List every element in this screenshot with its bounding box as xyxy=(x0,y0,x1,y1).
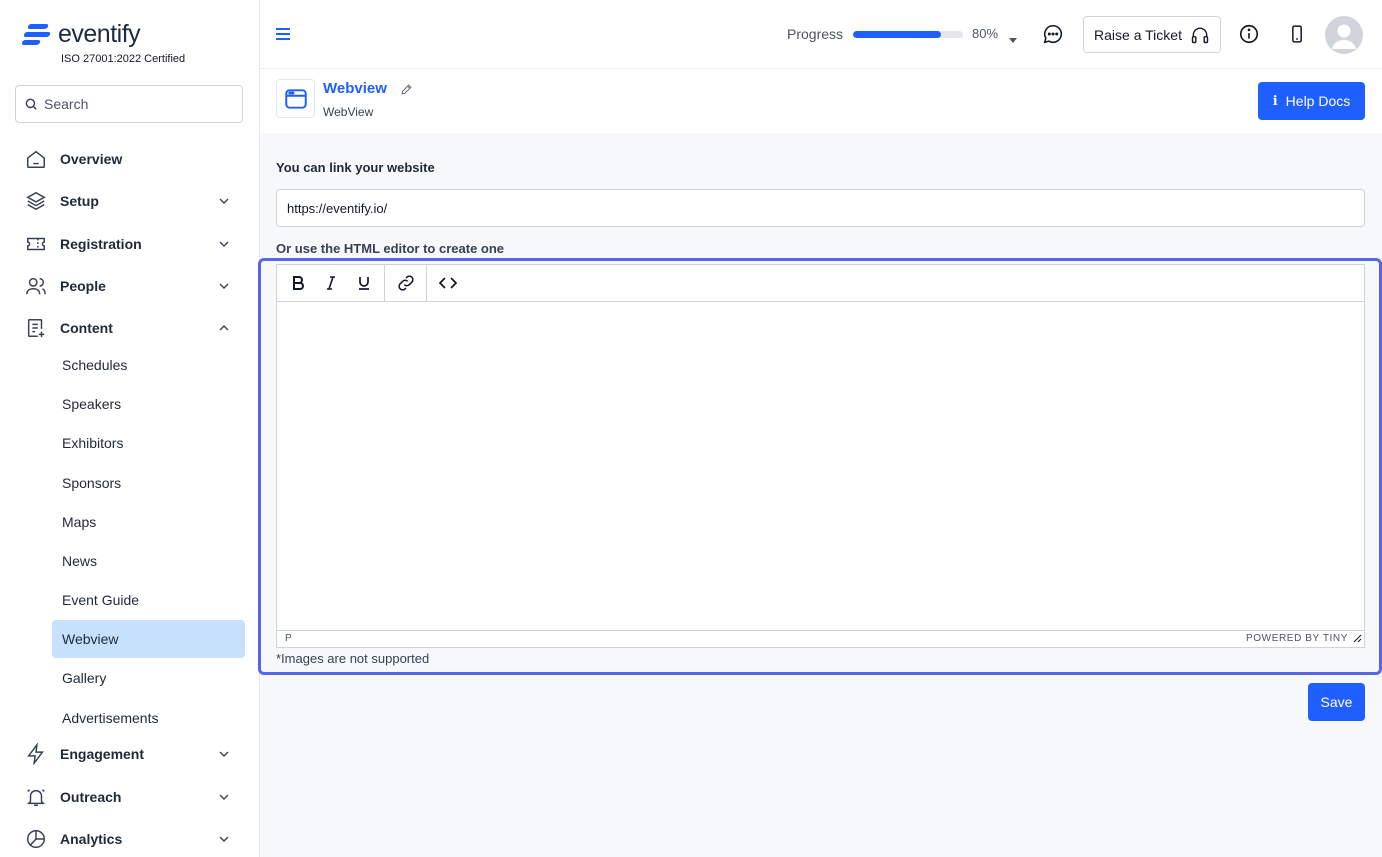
element-path[interactable]: P xyxy=(285,633,292,644)
html-editor-label: Or use the HTML editor to create one xyxy=(276,241,505,256)
bold-icon xyxy=(292,276,304,290)
editor-toolbar xyxy=(277,265,1364,302)
help-docs-label: Help Docs xyxy=(1285,93,1351,109)
menu-icon[interactable] xyxy=(275,26,291,47)
chat-icon[interactable] xyxy=(1042,22,1064,51)
sidebar-item-people[interactable]: People xyxy=(24,271,236,301)
powered-by-tiny[interactable]: POWERED BY TINY xyxy=(1246,633,1348,644)
certification-text: ISO 27001:2022 Certified xyxy=(61,53,186,65)
code-icon xyxy=(438,277,457,289)
chevron-down-icon xyxy=(219,241,229,247)
subnav-item-sponsors[interactable]: Sponsors xyxy=(52,464,245,502)
subnav-item-schedules[interactable]: Schedules xyxy=(52,346,245,384)
caret-down-icon[interactable] xyxy=(1008,31,1018,49)
sidebar-item-label: Engagement xyxy=(60,746,145,762)
mobile-preview-icon[interactable] xyxy=(1287,23,1307,50)
info-icon[interactable] xyxy=(1238,23,1260,50)
search-input[interactable] xyxy=(44,96,234,112)
sidebar-item-label: Overview xyxy=(60,151,123,167)
code-group xyxy=(427,265,468,301)
webview-icon xyxy=(276,79,315,118)
chevron-down-icon xyxy=(219,751,229,757)
sidebar-item-label: People xyxy=(60,278,106,294)
html-editor: P POWERED BY TINY xyxy=(276,264,1365,648)
subnav-item-event-guide[interactable]: Event Guide xyxy=(52,581,245,619)
website-link-label: You can link your website xyxy=(276,160,435,175)
italic-button[interactable] xyxy=(314,268,347,298)
progress-value: 80% xyxy=(972,26,999,41)
website-url-input[interactable] xyxy=(276,189,1365,227)
sidebar-item-label: Content xyxy=(60,320,113,336)
help-docs-button[interactable]: i Help Docs xyxy=(1258,82,1365,120)
editor-statusbar: P POWERED BY TINY xyxy=(277,630,1364,647)
layers-icon xyxy=(24,189,48,213)
brand-logo[interactable]: eventify xyxy=(21,20,141,49)
bell-icon xyxy=(24,785,48,809)
subnav-item-news[interactable]: News xyxy=(52,542,245,580)
images-note: *Images are not supported xyxy=(276,651,430,666)
chevron-down-icon xyxy=(219,283,229,289)
format-group xyxy=(277,265,385,301)
ticket-icon xyxy=(24,232,48,256)
pencil-icon[interactable] xyxy=(400,83,413,101)
home-icon xyxy=(24,147,48,171)
save-button[interactable]: Save xyxy=(1308,683,1365,721)
resize-handle-icon[interactable] xyxy=(1353,634,1362,646)
sidebar-item-label: Setup xyxy=(60,193,99,209)
sidebar-item-label: Outreach xyxy=(60,789,122,805)
sidebar-item-analytics[interactable]: Analytics xyxy=(24,824,236,854)
raise-ticket-button[interactable]: Raise a Ticket xyxy=(1083,16,1221,53)
progress-bar xyxy=(853,31,963,38)
sidebar-item-content[interactable]: Content xyxy=(24,313,236,343)
chevron-down-icon xyxy=(219,794,229,800)
logo-mark-icon xyxy=(21,21,52,49)
search-box xyxy=(15,85,243,123)
sidebar-item-engagement[interactable]: Engagement xyxy=(24,739,236,769)
users-icon xyxy=(24,274,48,298)
brand-name: eventify xyxy=(58,20,141,48)
subnav-item-webview[interactable]: Webview xyxy=(52,620,245,658)
pie-chart-icon xyxy=(24,827,48,851)
page-subtitle: WebView xyxy=(323,105,374,119)
page-header: Webview WebView i Help Docs xyxy=(260,69,1382,133)
headset-icon xyxy=(1191,27,1209,43)
subnav-item-advertisements[interactable]: Advertisements xyxy=(52,699,245,737)
search-icon xyxy=(25,98,37,110)
chevron-down-icon xyxy=(219,836,229,842)
bolt-icon xyxy=(24,742,48,766)
sidebar-item-setup[interactable]: Setup xyxy=(24,186,236,216)
underline-button[interactable] xyxy=(347,268,380,298)
sidebar-item-label: Registration xyxy=(60,236,142,252)
user-icon xyxy=(1332,24,1356,49)
raise-ticket-label: Raise a Ticket xyxy=(1094,26,1182,43)
content-icon xyxy=(24,316,48,340)
info-small-icon: i xyxy=(1272,93,1278,109)
editor-content-area[interactable] xyxy=(277,302,1364,630)
sidebar-item-registration[interactable]: Registration xyxy=(24,229,236,259)
sidebar-item-overview[interactable]: Overview xyxy=(24,144,236,174)
user-avatar[interactable] xyxy=(1325,16,1363,54)
sidebar-item-label: Analytics xyxy=(60,831,123,847)
progress-label: Progress xyxy=(787,26,844,42)
sidebar-item-outreach[interactable]: Outreach xyxy=(24,782,236,812)
progress-bar-fill xyxy=(853,31,941,38)
source-code-button[interactable] xyxy=(431,268,464,298)
italic-icon xyxy=(326,276,335,290)
subnav-item-speakers[interactable]: Speakers xyxy=(52,385,245,423)
underline-icon xyxy=(358,277,369,290)
sidebar: eventify ISO 27001:2022 Certified Overvi… xyxy=(0,0,260,857)
chevron-up-icon xyxy=(219,325,229,331)
main-content: Webview WebView i Help Docs You can link… xyxy=(258,69,1382,857)
page-title: Webview xyxy=(323,80,387,97)
link-icon xyxy=(397,275,414,291)
bold-button[interactable] xyxy=(281,268,314,298)
subnav-item-gallery[interactable]: Gallery xyxy=(52,659,245,697)
subnav-item-exhibitors[interactable]: Exhibitors xyxy=(52,424,245,462)
link-button[interactable] xyxy=(389,268,422,298)
subnav-item-maps[interactable]: Maps xyxy=(52,503,245,541)
top-bar: Progress 80% Raise a Ticket xyxy=(260,0,1382,69)
chevron-down-icon xyxy=(219,198,229,204)
link-group xyxy=(385,265,427,301)
